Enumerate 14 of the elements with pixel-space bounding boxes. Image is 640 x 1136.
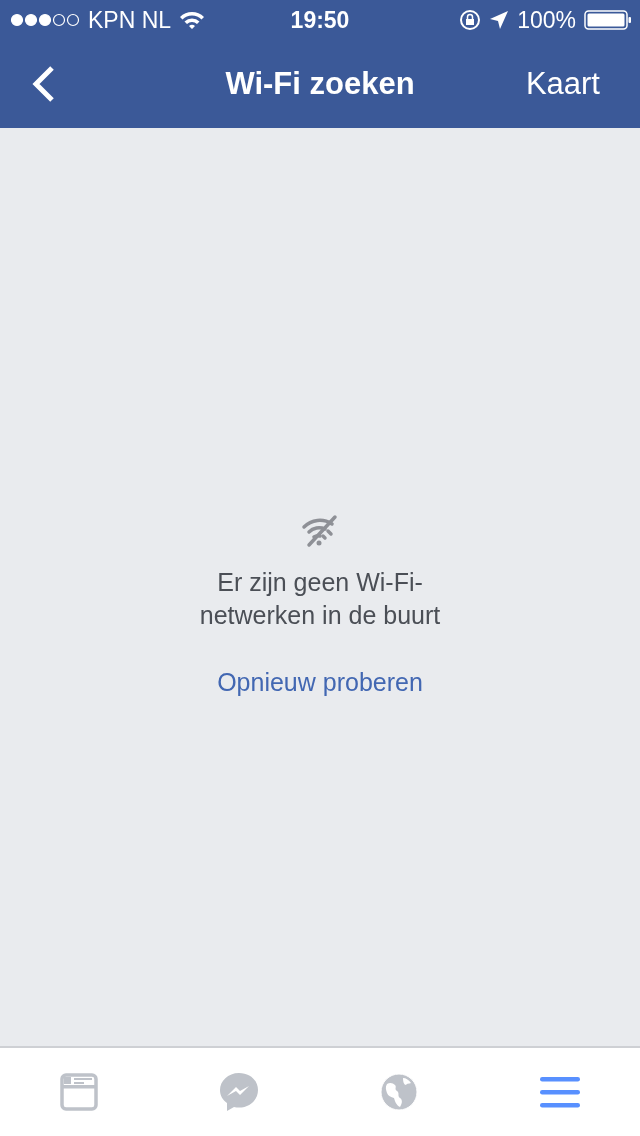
status-time: 19:50: [290, 6, 350, 34]
map-button[interactable]: Kaart: [525, 66, 600, 102]
location-arrow-icon: [489, 10, 510, 30]
carrier-name: KPN NL: [88, 6, 172, 34]
battery-percent: 100%: [517, 6, 576, 34]
signal-icon: [10, 13, 80, 27]
rotation-lock-icon: [459, 9, 482, 31]
retry-link[interactable]: Opnieuw proberen: [217, 667, 423, 697]
back-button[interactable]: [30, 65, 56, 103]
wifi-off-icon: [301, 513, 339, 548]
wifi-icon: [179, 10, 206, 30]
page-title: Wi-Fi zoeken: [225, 66, 415, 102]
battery-icon: [584, 10, 632, 30]
empty-message: Er zijn geen Wi-Fi-netwerken in de buurt: [198, 566, 442, 631]
